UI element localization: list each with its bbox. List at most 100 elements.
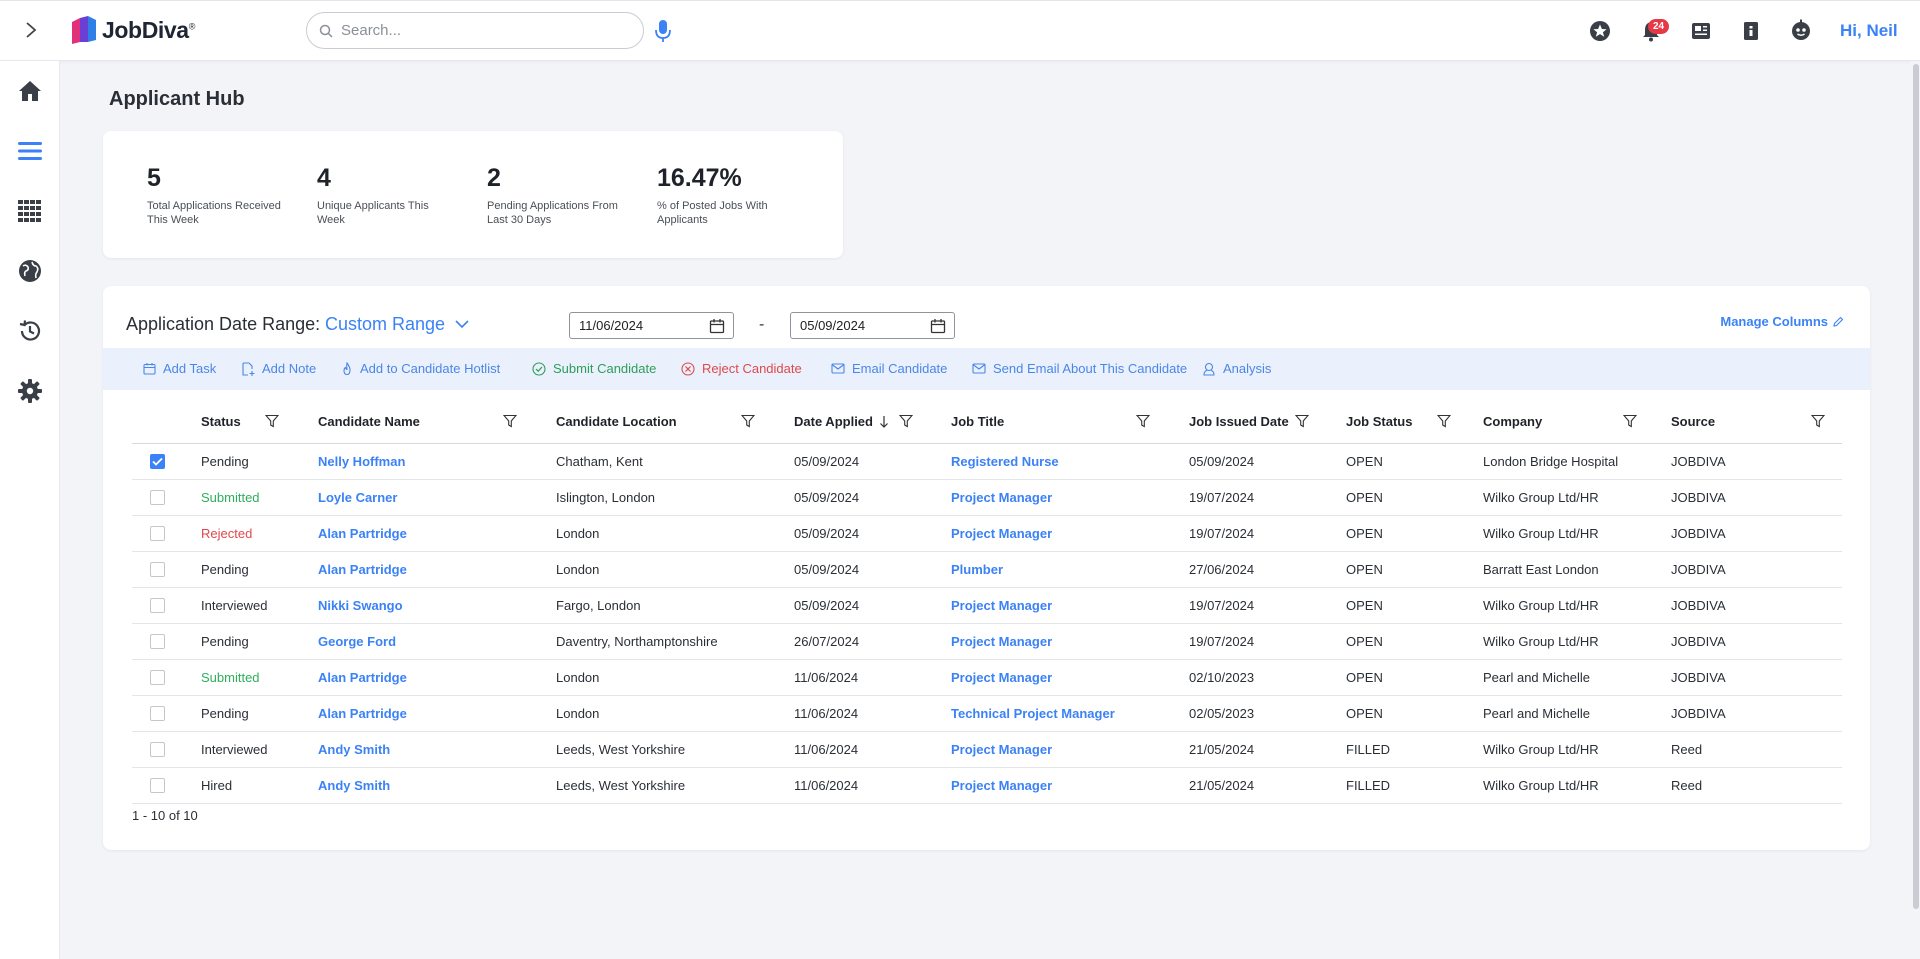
analysis-label: Analysis [1223,361,1272,376]
filter-icon[interactable] [503,414,517,428]
job-issued-date-cell: 02/10/2023 [1189,659,1346,696]
date-range-dropdown[interactable]: Custom Range [325,314,469,335]
job-title-link[interactable]: Technical Project Manager [951,695,1189,732]
filter-icon[interactable] [1295,414,1309,428]
row-checkbox[interactable] [150,453,165,469]
table-row[interactable]: Pending George Ford Daventry, Northamptons… [132,623,1842,660]
settings-gear-icon[interactable] [15,376,45,406]
manage-columns-link[interactable]: Manage Columns [1720,314,1844,329]
column-header-company[interactable]: Company [1483,400,1671,444]
globe-icon[interactable] [15,256,45,286]
job-title-link[interactable]: Project Manager [951,731,1189,768]
candidate-name-link[interactable]: Alan Partridge [318,551,556,588]
candidate-name-link[interactable]: Alan Partridge [318,659,556,696]
email-candidate-button[interactable]: Email Candidate [831,361,947,376]
candidate-name-link[interactable]: George Ford [318,623,556,660]
column-header-source[interactable]: Source [1671,400,1842,444]
end-date-input[interactable]: 05/09/2024 [790,312,955,339]
add-task-button[interactable]: Add Task [143,361,216,376]
table-row[interactable]: Pending Alan Partridge London 11/06/2024 Tec… [132,695,1842,732]
grid-apps-icon[interactable] [15,196,45,226]
column-header-status[interactable]: Status [201,400,318,444]
column-header-candidate-name[interactable]: Candidate Name [318,400,556,444]
source-cell: JOBDIVA [1671,551,1842,588]
column-header-job-title[interactable]: Job Title [951,400,1189,444]
table-row[interactable]: Submitted Loyle Carner Islington, London 05… [132,479,1842,516]
job-title-link[interactable]: Project Manager [951,623,1189,660]
history-icon[interactable] [15,316,45,346]
submit-candidate-button[interactable]: Submit Candidate [532,361,656,376]
job-title-link[interactable]: Project Manager [951,767,1189,804]
row-checkbox[interactable] [150,669,165,685]
send-email-about-candidate-button[interactable]: Send Email About This Candidate [972,361,1187,376]
column-header-date-applied[interactable]: Date Applied [794,400,951,444]
calendar-icon[interactable] [930,318,946,334]
row-checkbox[interactable] [150,633,165,649]
candidate-name-link[interactable]: Andy Smith [318,731,556,768]
row-checkbox[interactable] [150,741,165,757]
job-title-link[interactable]: Plumber [951,551,1189,588]
expand-sidebar-chevron-icon[interactable] [18,17,44,43]
filter-icon[interactable] [898,414,913,428]
logo-mark-icon [70,14,98,46]
table-row[interactable]: Interviewed Andy Smith Leeds, West Yorkshi… [132,731,1842,768]
candidate-name-link[interactable]: Alan Partridge [318,695,556,732]
row-checkbox[interactable] [150,561,165,577]
row-checkbox[interactable] [150,597,165,613]
assistant-bot-icon[interactable] [1789,19,1813,43]
table-row[interactable]: Pending Nelly Hoffman Chatham, Kent 05/09/2… [132,443,1842,480]
table-body: Pending Nelly Hoffman Chatham, Kent 05/09/2… [132,443,1842,804]
job-status-cell: OPEN [1346,443,1483,480]
home-icon[interactable] [15,76,45,106]
candidate-name-link[interactable]: Nikki Swango [318,587,556,624]
company-cell: Barratt East London [1483,551,1671,588]
job-status-cell: OPEN [1346,587,1483,624]
source-cell: JOBDIVA [1671,443,1842,480]
candidate-name-link[interactable]: Loyle Carner [318,479,556,516]
job-title-link[interactable]: Registered Nurse [951,443,1189,480]
filter-icon[interactable] [1811,414,1825,428]
table-row[interactable]: Interviewed Nikki Swango Fargo, London 05/0… [132,587,1842,624]
scrollbar-thumb[interactable] [1913,64,1919,909]
jobdiva-logo[interactable]: JobDiva® [70,14,195,46]
filter-icon[interactable] [741,414,755,428]
menu-list-icon[interactable] [15,136,45,166]
sort-descending-arrow-icon[interactable] [879,415,889,428]
add-note-button[interactable]: Add Note [241,361,316,376]
start-date-input[interactable]: 11/06/2024 [569,312,734,339]
filter-icon[interactable] [1136,414,1150,428]
row-checkbox[interactable] [150,705,165,721]
reject-candidate-button[interactable]: Reject Candidate [681,361,802,376]
table-row[interactable]: Rejected Alan Partridge London 05/09/2024 Pr… [132,515,1842,552]
filter-icon[interactable] [1623,414,1637,428]
user-greeting[interactable]: Hi, Neil [1840,21,1898,41]
table-row[interactable]: Pending Alan Partridge London 05/09/2024 Plu… [132,551,1842,588]
search-box[interactable] [306,12,644,49]
calendar-icon[interactable] [709,318,725,334]
row-checkbox[interactable] [150,777,165,793]
job-title-link[interactable]: Project Manager [951,659,1189,696]
table-row[interactable]: Hired Andy Smith Leeds, West Yorkshire 11/0… [132,767,1842,804]
filter-icon[interactable] [265,414,279,428]
job-title-link[interactable]: Project Manager [951,515,1189,552]
candidate-name-link[interactable]: Alan Partridge [318,515,556,552]
news-icon[interactable] [1689,19,1713,43]
filter-icon[interactable] [1437,414,1451,428]
job-title-link[interactable]: Project Manager [951,479,1189,516]
column-header-job-status[interactable]: Job Status [1346,400,1483,444]
search-input[interactable] [341,22,621,39]
candidate-name-link[interactable]: Andy Smith [318,767,556,804]
table-row[interactable]: Submitted Alan Partridge London 11/06/2024 P… [132,659,1842,696]
favorites-star-icon[interactable] [1588,19,1612,43]
microphone-icon[interactable] [652,18,674,44]
analysis-button[interactable]: Analysis [1202,361,1271,376]
column-header-candidate-location[interactable]: Candidate Location [556,400,794,444]
candidate-name-link[interactable]: Nelly Hoffman [318,443,556,480]
add-to-hotlist-button[interactable]: Add to Candidate Hotlist [341,361,500,376]
row-checkbox[interactable] [150,525,165,541]
date-applied-cell: 11/06/2024 [794,659,951,696]
column-header-job-issued-date[interactable]: Job Issued Date [1189,400,1346,444]
help-book-icon[interactable] [1739,19,1763,43]
row-checkbox[interactable] [150,489,165,505]
job-title-link[interactable]: Project Manager [951,587,1189,624]
